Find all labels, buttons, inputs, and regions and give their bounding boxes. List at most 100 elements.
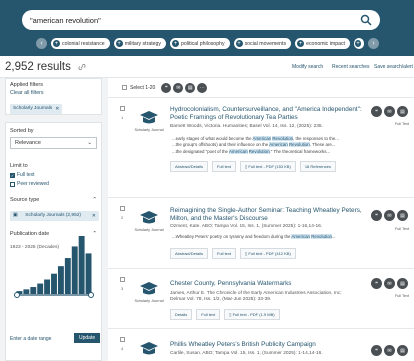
print-icon[interactable]: ▤ [397,106,408,117]
full-text-label: Full Text [394,294,410,298]
histogram-bar [37,283,44,294]
result-title[interactable]: Reimagining the Single-Author Seminar: T… [170,207,370,224]
results-count: 2,952 results [5,60,71,73]
quote-icon[interactable]: ❝ [161,82,172,93]
snippet: ...the designated "poet of the American … [172,148,331,154]
result-title[interactable]: Phillis Wheatley Peters's British Public… [170,341,370,349]
save-search-link[interactable]: Save search/alert [374,64,413,70]
chevron-right-icon[interactable]: › [368,38,379,49]
clear-filters-link[interactable]: Clear all filters [10,90,97,96]
result-number: 4 [121,346,124,351]
modify-search-link[interactable]: Modify search [292,64,323,70]
email-icon[interactable]: ✉ [384,106,395,117]
histogram-bar [64,258,71,294]
update-button[interactable]: Update [74,333,101,343]
close-icon[interactable]: ✕ [92,213,96,219]
applied-filters-title: Applied filters [10,82,44,88]
result-actions: Abstract/Details Full text ▯ Full text -… [170,248,296,259]
results-toolbar: Select 1-20 ❝ ✉ ▤ ⋯ [108,78,414,98]
result-icons: ❝ ✉ ▤ [371,106,408,117]
link-icon[interactable] [77,62,87,72]
recent-searches-link[interactable]: Recent searches [332,64,370,70]
histogram-bar [23,289,30,294]
full-text-pdf-button[interactable]: ▯ Full text - PDF (1.9 MB) [224,309,280,320]
result-snippets: ...early stages of what would become the… [172,136,368,155]
result-checkbox[interactable] [120,206,125,211]
search-input[interactable] [30,15,360,25]
result-item-1: 1 Scholarly Journal Hydrocolonialism, Co… [108,98,414,198]
doc-type-label: Scholarly Journal [134,128,164,132]
source-type-header[interactable]: Source type ⌃ [10,197,97,203]
result-title[interactable]: Chester County, Pennsylvania Watermarks [170,280,370,288]
snippet: ...Wheatley Peters' poetry on tyranny an… [172,234,336,239]
full-text-pdf-button[interactable]: ▯ Full text - PDF (153 KB) [240,161,296,172]
result-number: 2 [121,215,124,220]
result-number: 1 [121,115,124,120]
result-item-3: 3 Scholarly Journal Chester County, Penn… [108,269,414,329]
print-icon[interactable]: ▤ [185,82,196,93]
full-text-button[interactable]: Full text [196,309,221,320]
result-meta: Ozment, Kate. ABO; Tampa Vol. 15, Iss. 1… [170,224,323,229]
abstract-details-button[interactable]: Abstract/Details [170,161,209,172]
publication-histogram[interactable] [14,233,94,313]
chip-partial[interactable]: + [354,38,364,49]
details-button[interactable]: Details [170,309,193,320]
quote-icon[interactable]: ❝ [371,345,382,356]
result-checkbox[interactable] [120,106,125,111]
result-icons: ❝ ✉ ▤ [371,278,408,289]
full-text-button[interactable]: Full text [212,248,237,259]
chip-social-movements[interactable]: + social movements [233,38,292,49]
range-handle-start[interactable] [14,292,20,298]
range-handle-end[interactable] [88,292,94,298]
sort-select[interactable]: Relevance ⌄ [10,137,97,149]
quote-icon[interactable]: ❝ [371,210,382,221]
result-checkbox[interactable] [120,277,125,282]
full-text-label: Full Text [394,227,410,231]
histogram-bar [85,253,92,294]
print-icon[interactable]: ▤ [397,345,408,356]
full-text-button[interactable]: Full text [212,161,237,172]
abstract-details-button[interactable]: Abstract/Details [170,248,209,259]
quote-icon[interactable]: ❝ [371,278,382,289]
quote-icon[interactable]: ❝ [371,106,382,117]
applied-filters-panel: Applied filters Clear all filters Schola… [5,78,102,115]
email-icon[interactable]: ✉ [384,278,395,289]
chip-colonial-resistance[interactable]: + colonial resistance [51,38,110,49]
search-icon[interactable] [360,14,372,26]
email-icon[interactable]: ✉ [384,345,395,356]
enter-date-range-link[interactable]: Enter a date range [10,336,51,342]
journal-icon [140,282,158,295]
results-list: Select 1-20 ❝ ✉ ▤ ⋯ 1 Scholarly Journal … [108,78,414,361]
source-type-tag[interactable]: ▣ Scholarly Journals (2,952) ✕ [10,210,99,221]
print-icon[interactable]: ▤ [397,278,408,289]
email-icon[interactable]: ✉ [173,82,184,93]
plus-icon: + [355,40,361,47]
chip-military-strategy[interactable]: + military strategy [113,38,167,49]
peer-reviewed-checkbox[interactable]: Peer reviewed [10,181,97,187]
chip-political-philosophy[interactable]: + political philosophy [170,38,230,49]
suggestion-chips: ‹ + colonial resistance + military strateg… [36,38,379,49]
select-all-checkbox[interactable] [122,85,127,90]
result-checkbox[interactable] [120,337,125,342]
result-actions: Abstract/Details Full text ▯ Full text -… [170,161,336,172]
chevron-down-icon: ⌄ [87,140,92,146]
histogram-bar [71,246,78,294]
plus-icon: + [297,40,305,47]
applied-filter-tag[interactable]: Scholarly Journals ✕ [10,103,63,114]
close-icon[interactable]: ✕ [55,106,59,112]
print-icon[interactable]: ▤ [397,210,408,221]
full-text-checkbox[interactable]: ✓ Full text [10,172,97,178]
chip-economic-impact[interactable]: + economic impact [295,38,350,49]
result-actions: Details Full text ▯ Full text - PDF (1.9… [170,309,280,320]
result-snippets: ...Wheatley Peters' poetry on tyranny an… [172,234,368,240]
chevron-left-icon[interactable]: ‹ [36,38,47,49]
search-box[interactable] [22,10,380,30]
references-button[interactable]: 18 References [299,161,336,172]
more-icon[interactable]: ⋯ [197,82,208,93]
email-icon[interactable]: ✉ [384,210,395,221]
journal-icon [140,211,158,224]
full-text-pdf-button[interactable]: ▯ Full text - PDF (412 KB) [240,248,296,259]
header-bar: ‹ +colonial resistance +military strateg… [0,0,414,56]
result-title[interactable]: Hydrocolonialism, Countersurveillance, a… [170,106,370,123]
doc-icon: ▣ [13,213,18,218]
